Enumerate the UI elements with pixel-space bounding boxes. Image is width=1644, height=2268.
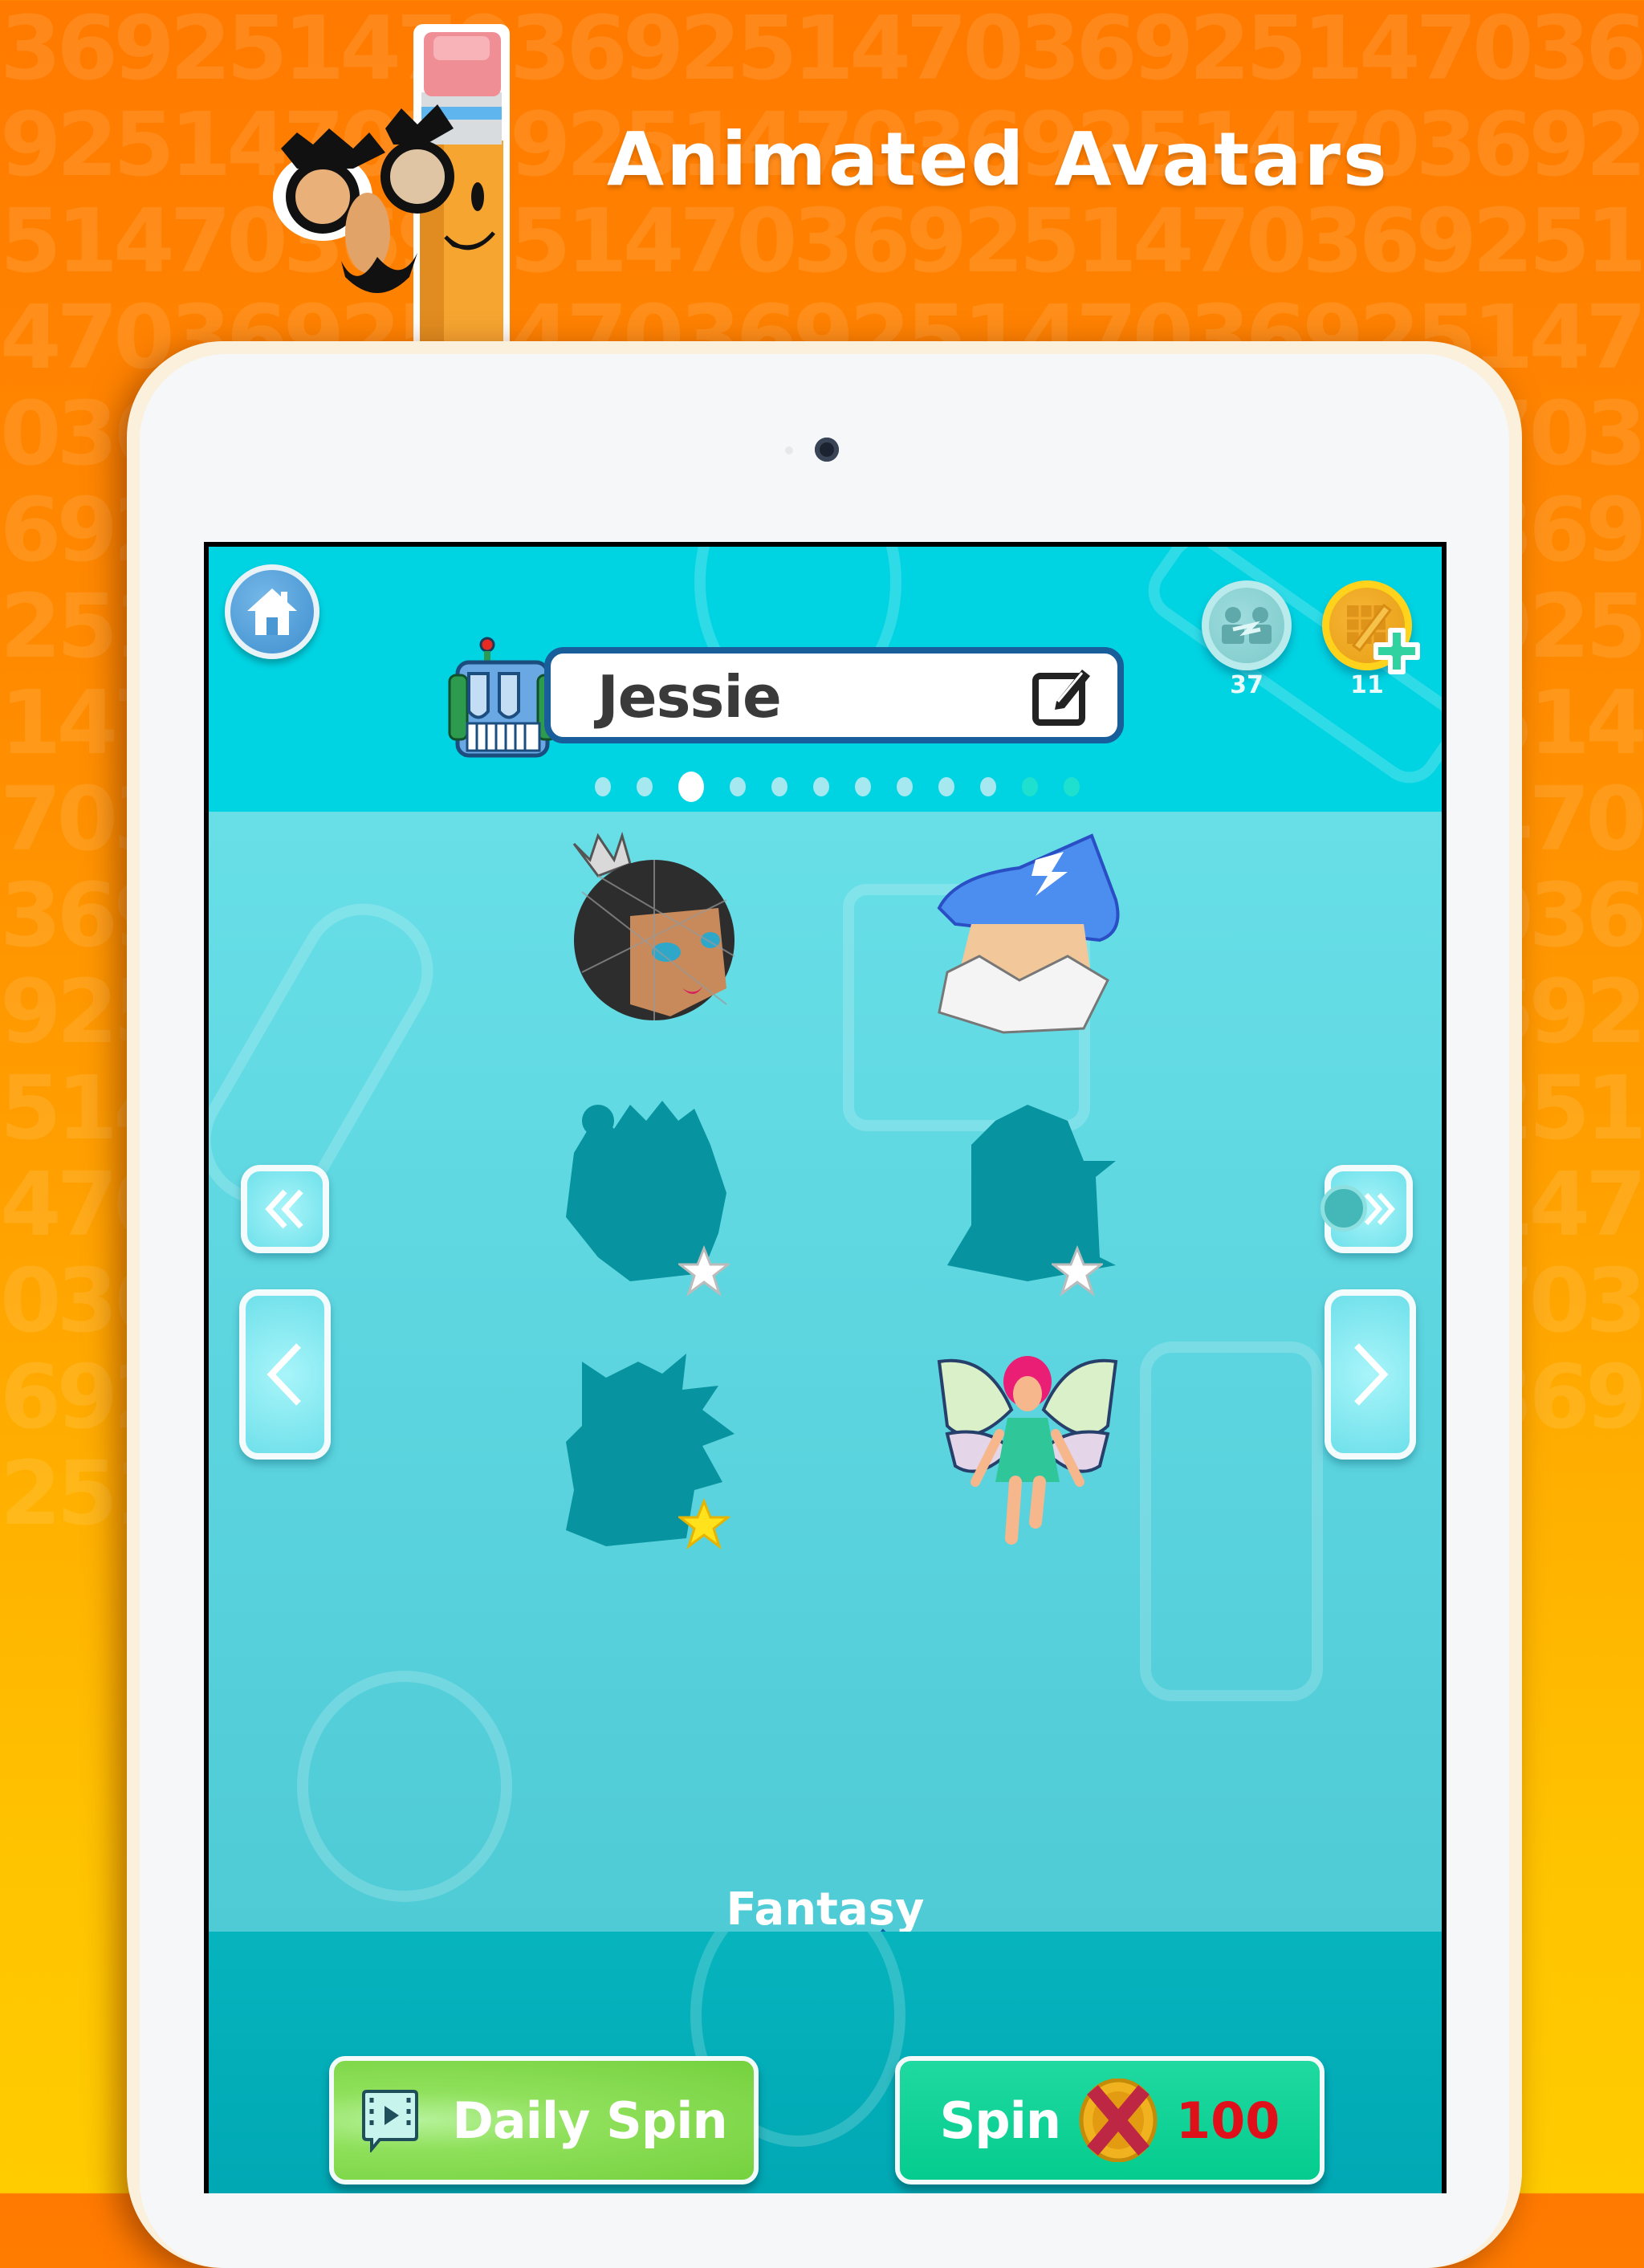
page-dot[interactable] bbox=[730, 777, 746, 796]
player-name-field[interactable]: Jessie bbox=[544, 647, 1124, 743]
header-bar: Jessie 37 11 bbox=[209, 547, 1442, 812]
decor-tower bbox=[1140, 1342, 1323, 1701]
coin-crossed-icon bbox=[1079, 2079, 1158, 2162]
category-label: Fantasy bbox=[726, 1883, 925, 1936]
first-page-button[interactable] bbox=[241, 1165, 329, 1253]
camera-icon bbox=[815, 438, 839, 462]
star-white-icon bbox=[1052, 1245, 1103, 1297]
page-dot-active[interactable] bbox=[678, 772, 704, 802]
home-button[interactable] bbox=[225, 564, 319, 659]
page-dot[interactable] bbox=[813, 777, 829, 796]
versus-coin-count: 37 bbox=[1230, 671, 1264, 699]
avatar-fairy[interactable] bbox=[923, 1346, 1132, 1554]
video-icon bbox=[362, 2090, 419, 2152]
light-sensor bbox=[785, 446, 793, 454]
star-gold-icon bbox=[678, 1498, 730, 1549]
decor-potion bbox=[297, 1671, 512, 1902]
page-dot[interactable] bbox=[595, 777, 611, 796]
avatar-spider-queen[interactable] bbox=[550, 828, 759, 1036]
pencil-mascot-icon bbox=[273, 24, 510, 349]
chevron-left-icon bbox=[267, 1343, 301, 1406]
page-dot[interactable] bbox=[855, 777, 871, 796]
double-chevron-left-icon bbox=[265, 1189, 303, 1229]
page-dot[interactable] bbox=[771, 777, 787, 796]
avatar-grid-area: ? bbox=[209, 812, 1442, 1932]
page-dot[interactable] bbox=[980, 777, 996, 796]
headline: Animated Avatars bbox=[607, 116, 1390, 202]
page-dot[interactable] bbox=[637, 777, 653, 796]
footer-bar: Daily Spin Spin 100 bbox=[209, 1932, 1442, 2193]
versus-people-icon bbox=[1222, 607, 1272, 644]
next-page-button[interactable] bbox=[1325, 1289, 1416, 1460]
home-icon bbox=[247, 588, 297, 635]
versus-coin-icon[interactable] bbox=[1202, 580, 1292, 670]
page-indicator bbox=[582, 772, 1093, 802]
star-white-icon bbox=[678, 1245, 730, 1297]
page-dot-locked[interactable] bbox=[1064, 777, 1080, 796]
spin-price: 100 bbox=[1176, 2091, 1280, 2150]
prev-page-button[interactable] bbox=[239, 1289, 331, 1460]
page-dot[interactable] bbox=[897, 777, 913, 796]
double-chevron-right-icon bbox=[1364, 1193, 1395, 1225]
pencil-coin-count: 11 bbox=[1350, 671, 1384, 699]
edit-icon[interactable] bbox=[1031, 665, 1093, 727]
page-dot[interactable] bbox=[938, 777, 954, 796]
app-screen: Jessie 37 11 Fantasy Daily Spin Spin 100 bbox=[204, 542, 1447, 2193]
versus-coin-icon bbox=[1320, 1185, 1367, 1232]
daily-spin-button[interactable]: Daily Spin bbox=[329, 2056, 759, 2185]
chevron-right-icon bbox=[1354, 1343, 1389, 1406]
avatar-wizard[interactable] bbox=[923, 828, 1132, 1036]
page-dot-locked[interactable] bbox=[1022, 777, 1038, 796]
spin-button[interactable]: Spin 100 bbox=[895, 2056, 1325, 2185]
plus-icon[interactable] bbox=[1373, 627, 1421, 675]
spin-label: Spin bbox=[939, 2091, 1061, 2150]
daily-spin-label: Daily Spin bbox=[452, 2091, 727, 2150]
player-name: Jessie bbox=[597, 663, 782, 731]
